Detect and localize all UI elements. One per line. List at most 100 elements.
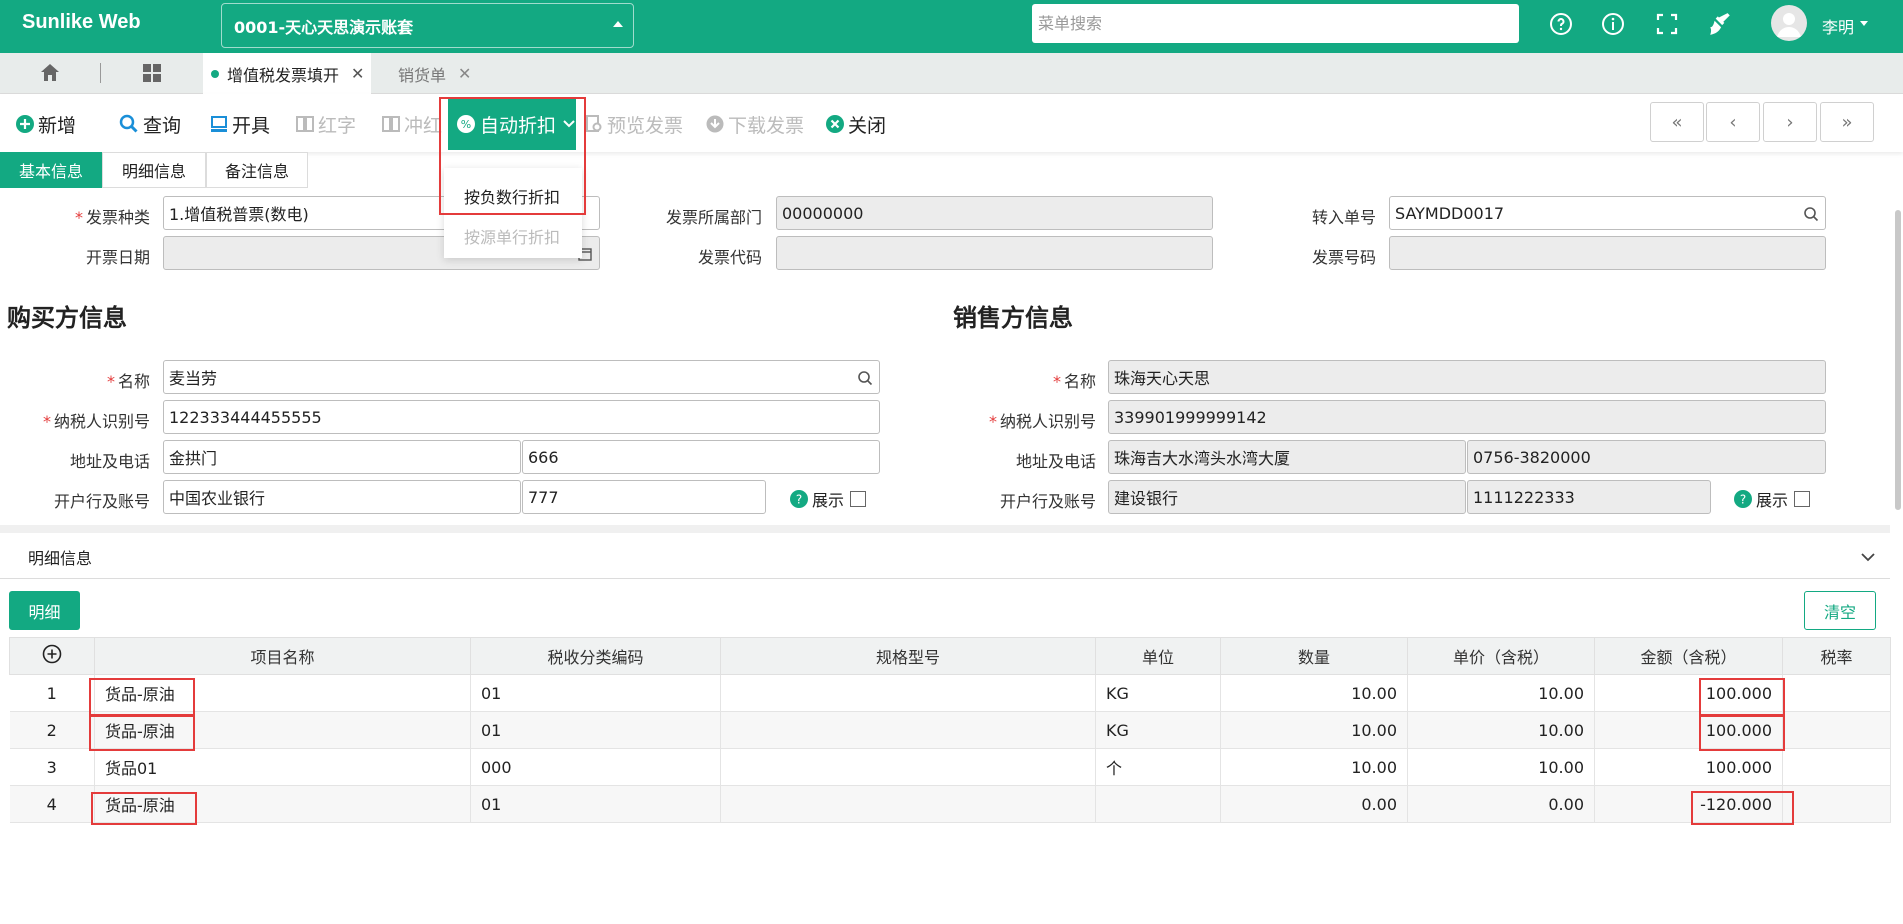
item-name-cell[interactable]: 货品01 (94, 748, 471, 786)
column-header[interactable]: 税收分类编码 (470, 637, 721, 675)
offset-button[interactable]: 冲红 (382, 111, 446, 137)
tax-rate-cell[interactable] (1782, 674, 1891, 712)
spec-cell[interactable] (720, 748, 1096, 786)
spec-cell[interactable] (720, 674, 1096, 712)
seller-name-label: * 名称 (1052, 372, 1096, 391)
broom-icon[interactable] (1706, 10, 1734, 38)
help-icon[interactable] (1547, 10, 1575, 38)
close-icon[interactable]: ✕ (351, 64, 364, 83)
column-header[interactable]: 规格型号 (720, 637, 1096, 675)
menu-item-negative-row-discount[interactable]: 按负数行折扣 (464, 184, 560, 208)
scrollbar[interactable] (1895, 210, 1901, 510)
auto-discount-button[interactable]: % 自动折扣 (448, 98, 576, 150)
help-icon: ? (1734, 490, 1752, 508)
tax-rate-cell[interactable] (1782, 785, 1891, 823)
prev-record-button[interactable]: ‹ (1706, 102, 1760, 142)
price-cell[interactable]: 10.00 (1407, 674, 1595, 712)
amount-cell[interactable]: 100.000 (1594, 748, 1783, 786)
subtab-basic-info[interactable]: 基本信息 (0, 152, 102, 188)
tax-code-cell[interactable]: 000 (470, 748, 721, 786)
buyer-show-toggle[interactable]: ? 展示 (790, 487, 867, 511)
new-button-label: 新增 (38, 114, 77, 137)
tab-sales-order[interactable]: 销货单 ✕ (378, 53, 473, 94)
unit-cell[interactable]: KG (1095, 711, 1221, 749)
quantity-cell[interactable]: 10.00 (1220, 748, 1408, 786)
price-cell[interactable]: 10.00 (1407, 711, 1595, 749)
menu-item-source-row-discount[interactable]: 按源单行折扣 (464, 224, 560, 248)
subtab-remark-info[interactable]: 备注信息 (206, 152, 308, 188)
first-record-button[interactable]: « (1650, 102, 1704, 142)
table-row[interactable]: 2 货品-原油 01 KG 10.00 10.00 100.000 (9, 711, 1891, 749)
spec-cell[interactable] (720, 711, 1096, 749)
buyer-address-field[interactable]: 金拱门 (163, 440, 521, 474)
chevron-down-icon[interactable] (1860, 548, 1876, 567)
column-header[interactable]: 单价（含税） (1407, 637, 1595, 675)
column-header[interactable]: 数量 (1220, 637, 1408, 675)
tax-rate-cell[interactable] (1782, 748, 1891, 786)
seller-show-toggle[interactable]: ? 展示 (1734, 487, 1811, 511)
svg-text:?: ? (796, 493, 802, 507)
tax-code-cell[interactable]: 01 (470, 785, 721, 823)
user-caret-icon[interactable] (1860, 21, 1868, 26)
red-invoice-button[interactable]: 红字 (296, 111, 356, 137)
table-row[interactable]: 1 货品-原油 01 KG 10.00 10.00 100.000 (9, 674, 1891, 712)
buyer-show-checkbox[interactable] (850, 491, 867, 507)
quantity-cell[interactable]: 0.00 (1220, 785, 1408, 823)
close-button-label: 关闭 (848, 114, 887, 137)
column-header[interactable]: 项目名称 (94, 637, 471, 675)
last-record-button[interactable]: » (1820, 102, 1874, 142)
detail-button[interactable]: 明细 (9, 591, 80, 630)
quantity-cell[interactable]: 10.00 (1220, 711, 1408, 749)
menu-search-input[interactable] (1032, 4, 1519, 43)
query-button[interactable]: 查询 (119, 111, 181, 137)
seller-show-checkbox[interactable] (1794, 491, 1811, 507)
buyer-bank-field[interactable]: 中国农业银行 (163, 480, 521, 514)
next-record-button[interactable]: › (1763, 102, 1817, 142)
preview-invoice-button[interactable]: 预览发票 (585, 111, 683, 137)
source-no-field[interactable]: SAYMDD0017 (1389, 196, 1826, 230)
issue-button[interactable]: 开具 (210, 111, 270, 137)
spec-cell[interactable] (720, 785, 1096, 823)
amount-cell[interactable]: 100.000 (1594, 674, 1783, 712)
item-name-cell[interactable]: 货品-原油 (94, 674, 471, 712)
home-icon[interactable] (38, 61, 62, 89)
grid-icon[interactable] (140, 61, 164, 89)
tax-code-cell[interactable]: 01 (470, 711, 721, 749)
column-header[interactable]: 金额（含税） (1594, 637, 1783, 675)
clear-button[interactable]: 清空 (1804, 591, 1876, 630)
buyer-tax-field[interactable]: 122333444455555 (163, 400, 880, 434)
add-row-header[interactable] (9, 637, 95, 675)
buyer-account-field[interactable]: 777 (522, 480, 766, 514)
tax-rate-cell[interactable] (1782, 711, 1891, 749)
unit-cell[interactable]: 个 (1095, 748, 1221, 786)
red-invoice-label: 红字 (318, 114, 357, 137)
table-row[interactable]: 3 货品01 000 个 10.00 10.00 100.000 (9, 748, 1891, 786)
price-cell[interactable]: 0.00 (1407, 785, 1595, 823)
fullscreen-icon[interactable] (1653, 10, 1681, 38)
column-header[interactable]: 税率 (1782, 637, 1891, 675)
column-header[interactable]: 单位 (1095, 637, 1221, 675)
buyer-phone-field[interactable]: 666 (522, 440, 880, 474)
buyer-name-value: 麦当劳 (169, 369, 218, 388)
info-icon[interactable] (1599, 10, 1627, 38)
close-button[interactable]: 关闭 (826, 111, 886, 137)
item-name-cell[interactable]: 货品-原油 (94, 711, 471, 749)
amount-cell[interactable]: 100.000 (1594, 711, 1783, 749)
download-invoice-button[interactable]: 下载发票 (706, 111, 804, 137)
quantity-cell[interactable]: 10.00 (1220, 674, 1408, 712)
price-cell[interactable]: 10.00 (1407, 748, 1595, 786)
account-select[interactable]: 0001-天心天思演示账套 (221, 3, 634, 48)
buyer-name-field[interactable]: 麦当劳 (163, 360, 880, 394)
tax-code-cell[interactable]: 01 (470, 674, 721, 712)
close-icon[interactable]: ✕ (458, 64, 471, 83)
amount-cell[interactable]: -120.000 (1594, 785, 1783, 823)
unit-cell[interactable]: KG (1095, 674, 1221, 712)
avatar[interactable] (1771, 5, 1807, 41)
unit-cell[interactable] (1095, 785, 1221, 823)
user-name[interactable]: 李明 (1822, 14, 1854, 38)
tab-invoice-issue[interactable]: 增值税发票填开 ✕ (203, 53, 371, 94)
table-row[interactable]: 4 货品-原油 01 0.00 0.00 -120.000 (9, 785, 1891, 823)
new-button[interactable]: 新增 (16, 111, 76, 137)
subtab-detail-info[interactable]: 明细信息 (102, 152, 206, 188)
item-name-cell[interactable]: 货品-原油 (94, 785, 471, 823)
